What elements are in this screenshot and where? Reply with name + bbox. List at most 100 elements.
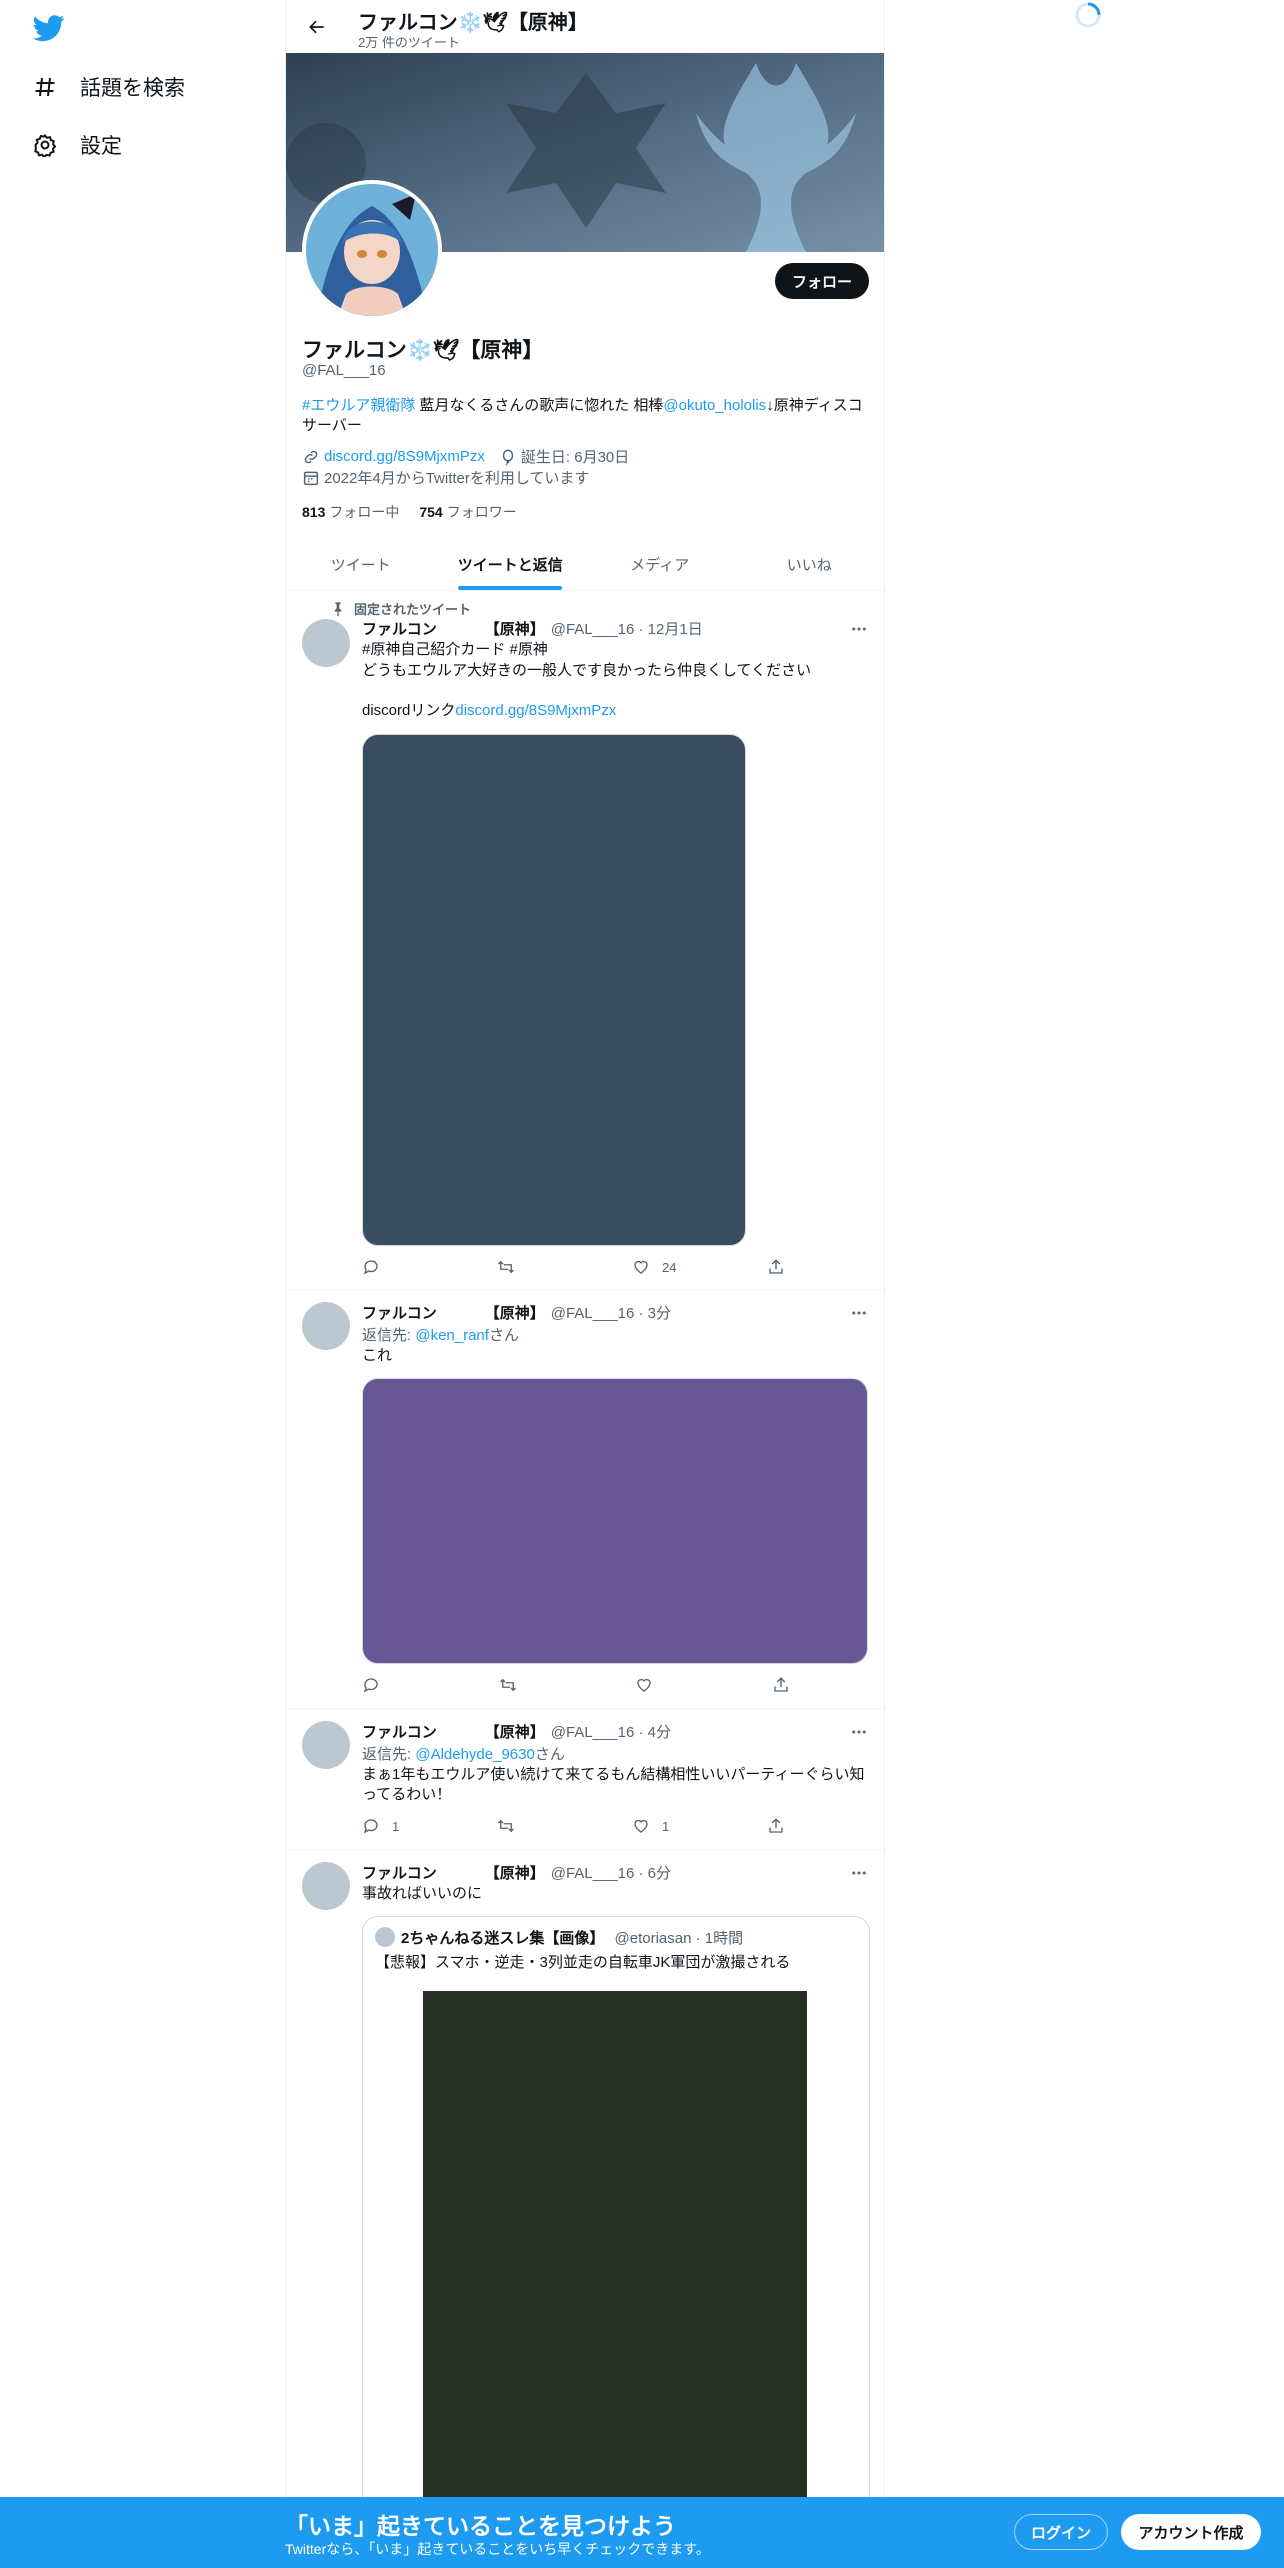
- tweet-item[interactable]: 固定されたツイート ファルコン 【原神】 @FAL___16 · 12月1日 #…: [286, 591, 884, 1290]
- tweet-text-line-2: discordリンクdiscord.gg/8S9MjxmPzx: [362, 701, 872, 721]
- quoted-tweet[interactable]: 2ちゃんねる迷スレ集【画像】 @etoriasan · 1時間 【悲報】スマホ・…: [362, 1916, 870, 2516]
- tweet-header: ファルコン 【原神】 @FAL___16 · 3分: [362, 1302, 671, 1323]
- login-button[interactable]: ログイン: [1014, 2514, 1108, 2550]
- signup-button[interactable]: アカウント作成: [1121, 2514, 1261, 2550]
- tweet-meta: @FAL___16 · 4分: [550, 1724, 672, 1741]
- tweet-text: 事故ればいいのに: [362, 1885, 483, 1902]
- tab-likes[interactable]: いいね: [735, 538, 885, 590]
- signup-prompt-title: 「いま」起きていることを見つけよう: [285, 2513, 676, 2539]
- reply-suffix: さん: [488, 1327, 519, 1344]
- profile-joined-row: 2022年4月からTwitterを利用しています: [302, 467, 589, 488]
- profile-tabs: ツイート ツイートと返信 メディア いいね: [286, 538, 884, 591]
- tweet-meta: @FAL___16 · 3分: [550, 1305, 672, 1322]
- more-options-icon[interactable]: [848, 618, 870, 640]
- tweet-author-name[interactable]: ファルコン: [362, 618, 437, 639]
- like-count: 1: [662, 1818, 670, 1834]
- back-button[interactable]: [300, 10, 334, 44]
- profile-follow-stats: 813 フォロー中 754 フォロワー: [302, 502, 517, 522]
- profile-birthday: 誕生日: 6月30日: [520, 449, 630, 466]
- bio-mention-link[interactable]: @okuto_hololis: [663, 397, 766, 414]
- tweet-author-name[interactable]: ファルコン: [362, 1721, 437, 1742]
- pinned-indicator: 固定されたツイート: [330, 599, 471, 618]
- tweet-item[interactable]: ファルコン 【原神】 @FAL___16 · 4分 返信先: @Aldehyde…: [286, 1709, 884, 1850]
- more-options-icon[interactable]: [848, 1721, 870, 1743]
- share-icon: [767, 1817, 785, 1835]
- nav-settings[interactable]: 設定: [32, 125, 122, 165]
- calendar-icon: [302, 469, 320, 487]
- tweet-actions: 1 1: [362, 1816, 787, 1836]
- reply-button[interactable]: [362, 1675, 432, 1695]
- profile-display-name: ファルコン❄️🕊【原神】: [302, 339, 544, 362]
- more-options-icon[interactable]: [848, 1862, 870, 1884]
- retweet-icon: [497, 1817, 515, 1835]
- nav-settings-label: 設定: [80, 135, 122, 158]
- following-count: 813: [302, 504, 326, 520]
- retweet-button[interactable]: [499, 1675, 569, 1695]
- more-options-icon[interactable]: [848, 1302, 870, 1324]
- tweet-author-name-suffix: 【原神】: [484, 1305, 545, 1322]
- tab-tweets[interactable]: ツイート: [286, 538, 436, 590]
- profile-meta-row: discord.gg/8S9MjxmPzx 誕生日: 6月30日: [302, 446, 629, 467]
- reply-button[interactable]: 1: [362, 1816, 432, 1836]
- tab-tweets-and-replies-label: ツイートと返信: [457, 556, 563, 574]
- following-label: フォロー中: [329, 504, 400, 520]
- tweet-media-image[interactable]: [362, 1378, 868, 1664]
- profile-website-link[interactable]: discord.gg/8S9MjxmPzx: [324, 448, 485, 465]
- retweet-icon: [497, 1258, 515, 1276]
- following-link[interactable]: 813 フォロー中: [302, 502, 399, 522]
- tweet-actions: [362, 1675, 792, 1695]
- follow-button[interactable]: フォロー: [775, 263, 869, 299]
- tab-media-label: メディア: [630, 556, 690, 574]
- reply-to-link[interactable]: @Aldehyde_9630: [415, 1746, 535, 1763]
- tweet-header: ファルコン 【原神】 @FAL___16 · 4分: [362, 1721, 671, 1742]
- avatar[interactable]: [302, 1862, 350, 1910]
- followers-link[interactable]: 754 フォロワー: [419, 502, 516, 522]
- bio-hashtag-link[interactable]: #エウルア親衛隊: [302, 397, 415, 414]
- tweet-actions: 24: [362, 1257, 787, 1277]
- reply-context: 返信先: @Aldehyde_9630さん: [362, 1743, 565, 1764]
- share-button[interactable]: [767, 1816, 787, 1836]
- tweet-media-image[interactable]: [362, 734, 746, 1246]
- like-button[interactable]: 1: [632, 1816, 702, 1836]
- like-button[interactable]: 24: [632, 1257, 702, 1277]
- reply-to-link[interactable]: @ken_ranf: [415, 1327, 489, 1344]
- tweet-author-name-suffix: 【原神】: [484, 1865, 545, 1882]
- tweet-item[interactable]: ファルコン 【原神】 @FAL___16 · 3分 返信先: @ken_ranf…: [286, 1290, 884, 1709]
- share-icon: [767, 1258, 785, 1276]
- retweet-button[interactable]: [497, 1816, 567, 1836]
- avatar[interactable]: [302, 1302, 350, 1350]
- tweet-author-name[interactable]: ファルコン: [362, 1862, 437, 1883]
- nav-explore[interactable]: 話題を検索: [32, 67, 185, 107]
- tweet-item[interactable]: ファルコン 【原神】 @FAL___16 · 6分 事故ればいいのに 2ちゃんね…: [286, 1850, 884, 2516]
- profile-header-bar: ファルコン❄️🕊【原神】 2万 件のツイート: [286, 0, 884, 53]
- tab-tweets-and-replies[interactable]: ツイートと返信: [436, 538, 586, 590]
- profile-joined-date: 2022年4月からTwitterを利用しています: [324, 470, 590, 487]
- quoted-media-image[interactable]: [423, 1991, 807, 2515]
- like-button[interactable]: [635, 1675, 705, 1695]
- left-navigation: 話題を検索 設定: [0, 0, 285, 2568]
- reply-icon: [362, 1817, 380, 1835]
- tab-media[interactable]: メディア: [585, 538, 735, 590]
- profile-bio: #エウルア親衛隊 藍月なくるさんの歌声に惚れた 相棒@okuto_hololis…: [302, 396, 872, 436]
- nav-explore-label: 話題を検索: [80, 77, 185, 100]
- share-button[interactable]: [772, 1675, 792, 1695]
- tweet-author-name[interactable]: ファルコン: [362, 1302, 437, 1323]
- hashtag-icon: [32, 74, 58, 100]
- arrow-left-icon: [309, 20, 324, 34]
- quoted-avatar: [375, 1927, 395, 1947]
- tweet-hashtags[interactable]: #原神自己紹介カード #原神: [362, 640, 872, 660]
- twitter-bird-icon[interactable]: [32, 12, 66, 44]
- avatar[interactable]: [302, 619, 350, 667]
- pin-icon: [330, 601, 346, 617]
- header-display-name: ファルコン❄️🕊【原神】: [358, 12, 588, 34]
- balloon-icon: [499, 448, 517, 466]
- share-button[interactable]: [767, 1257, 787, 1277]
- heart-icon: [635, 1676, 653, 1694]
- reply-button[interactable]: [362, 1257, 432, 1277]
- avatar[interactable]: [302, 1721, 350, 1769]
- tweet-text: どうもエウルア大好きの一般人です良かったら仲良くしてください: [362, 662, 812, 679]
- profile-avatar[interactable]: [302, 180, 442, 320]
- tweet-discord-link[interactable]: discord.gg/8S9MjxmPzx: [455, 702, 616, 719]
- bio-text: 藍月なくるさんの歌声に惚れた 相棒: [415, 397, 664, 414]
- retweet-button[interactable]: [497, 1257, 567, 1277]
